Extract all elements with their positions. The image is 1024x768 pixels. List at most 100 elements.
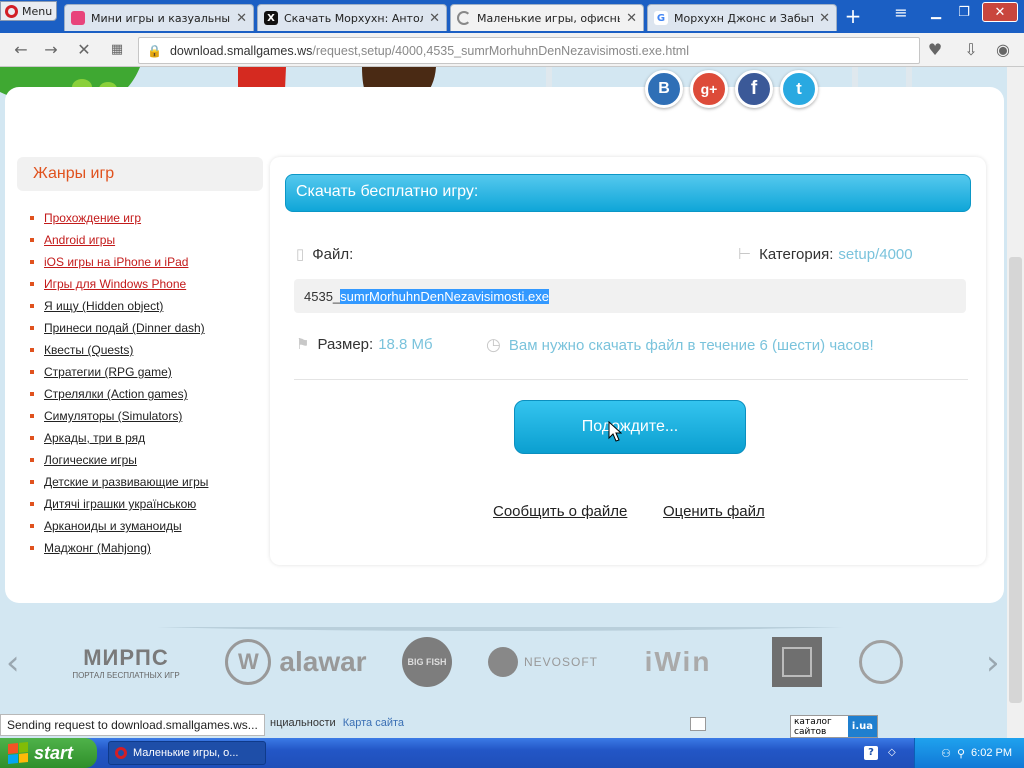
- downloads-icon[interactable]: ⇩: [962, 41, 980, 59]
- twitter-share-button[interactable]: t: [780, 70, 818, 108]
- genre-link[interactable]: Детские и развивающие игры: [44, 475, 208, 489]
- search-icon[interactable]: ⚲: [957, 747, 965, 760]
- nevosoft-logo[interactable]: NEVOSOFT: [483, 637, 603, 687]
- bookmark-heart-icon[interactable]: ♥: [926, 41, 944, 59]
- file-name-box[interactable]: 4535_ sumrMorhuhnDenNezavisimosti.exe: [294, 279, 966, 313]
- windows-flag-icon: [8, 741, 28, 765]
- speed-dial-grid-icon[interactable]: ▦: [108, 41, 126, 59]
- bigfish-logo[interactable]: BIG FISH: [400, 637, 454, 687]
- genre-link[interactable]: Дитячі іграшки українською: [44, 497, 196, 511]
- privacy-link[interactable]: нциальности: [270, 717, 336, 729]
- tab-morhuhn-download[interactable]: X Скачать Морхухн: Антоло ✕: [257, 4, 447, 31]
- genre-item[interactable]: Маджонг (Mahjong): [30, 537, 208, 559]
- genre-item[interactable]: Арканоиды и зуманоиды: [30, 515, 208, 537]
- wait-download-button[interactable]: Подождите...: [514, 400, 746, 454]
- genre-item[interactable]: Принеси подай (Dinner dash): [30, 317, 208, 339]
- genre-link[interactable]: Маджонг (Mahjong): [44, 541, 151, 555]
- navigation-bar: ← → ✕ ▦ 🔒 download.smallgames.ws /reques…: [0, 33, 1024, 67]
- rate-file-link[interactable]: Оценить файл: [663, 503, 765, 520]
- genre-item[interactable]: Я ищу (Hidden object): [30, 295, 208, 317]
- genre-item[interactable]: Android игры: [30, 229, 208, 251]
- address-bar[interactable]: 🔒 download.smallgames.ws /request,setup/…: [138, 37, 920, 64]
- genre-link[interactable]: Принеси подай (Dinner dash): [44, 321, 205, 335]
- restore-button[interactable]: ❐: [952, 2, 976, 22]
- genre-link[interactable]: Я ищу (Hidden object): [44, 299, 163, 313]
- genre-link[interactable]: iOS игры на iPhone и iPad: [44, 255, 188, 269]
- close-window-button[interactable]: ✕: [982, 2, 1018, 22]
- back-arrow-icon[interactable]: ←: [12, 41, 30, 59]
- close-tab-icon[interactable]: ✕: [626, 11, 637, 26]
- sitemap-link[interactable]: Карта сайта: [343, 717, 404, 729]
- genre-link[interactable]: Прохождение игр: [44, 211, 141, 225]
- tab-bar: Menu Мини игры и казуальные и ✕ X Скачат…: [0, 0, 1024, 33]
- genre-link[interactable]: Стрелялки (Action games): [44, 387, 188, 401]
- forward-arrow-icon[interactable]: →: [42, 41, 60, 59]
- genre-item[interactable]: Игры для Windows Phone: [30, 273, 208, 295]
- start-button[interactable]: start: [0, 738, 97, 768]
- scrollbar-thumb[interactable]: [1009, 257, 1022, 703]
- tab-small-games-active[interactable]: Маленькие игры, офисные ✕: [450, 4, 644, 31]
- genre-item[interactable]: iOS игры на iPhone и iPad: [30, 251, 208, 273]
- alawar-logo[interactable]: W alawar: [214, 637, 378, 687]
- mirpc-logo[interactable]: МИРПС ПОРТАЛ БЕСПЛАТНЫХ ИГР: [62, 637, 190, 687]
- close-tab-icon[interactable]: ✕: [236, 11, 247, 26]
- taskbar-window-opera[interactable]: Маленькие игры, о...: [108, 741, 266, 765]
- file-name-prefix: 4535_: [304, 288, 341, 304]
- genre-item[interactable]: Детские и развивающие игры: [30, 471, 208, 493]
- partners-prev-arrow[interactable]: ‹: [6, 643, 20, 683]
- report-file-link[interactable]: Сообщить о файле: [493, 503, 627, 520]
- genre-item[interactable]: Аркады, три в ряд: [30, 427, 208, 449]
- keyboard-layout-icon[interactable]: ◇: [888, 747, 896, 758]
- genre-item[interactable]: Стратегии (RPG game): [30, 361, 208, 383]
- close-tab-icon[interactable]: ✕: [819, 11, 830, 26]
- genre-link[interactable]: Android игры: [44, 233, 115, 247]
- genre-item[interactable]: Стрелялки (Action games): [30, 383, 208, 405]
- gamespot-logo[interactable]: [856, 637, 906, 687]
- genre-link[interactable]: Аркады, три в ряд: [44, 431, 145, 445]
- tab-morhuhn-jones[interactable]: G Морхухн Джонс и Забытый ✕: [647, 4, 837, 31]
- close-tab-icon[interactable]: ✕: [429, 11, 440, 26]
- tab-title: Скачать Морхухн: Антоло: [284, 11, 424, 25]
- google-favicon-icon: G: [654, 11, 668, 25]
- catalog-badge[interactable]: каталог сайтов i.ua: [790, 715, 878, 738]
- download-panel: Скачать бесплатно игру: ▯ Файл: ⊢ Катего…: [270, 157, 986, 565]
- genres-list: Прохождение игр Android игры iOS игры на i…: [30, 207, 208, 559]
- clock-icon: ◷: [486, 335, 501, 354]
- genre-item[interactable]: Дитячі іграшки українською: [30, 493, 208, 515]
- minimize-button[interactable]: ▁: [924, 2, 948, 22]
- iwin-logo[interactable]: iWin: [630, 637, 726, 687]
- alawar-w-icon: W: [225, 639, 272, 685]
- genre-link[interactable]: Логические игры: [44, 453, 137, 467]
- clock[interactable]: 6:02 PM: [971, 747, 1012, 759]
- size-value: 18.8 Мб: [378, 335, 433, 353]
- genre-link[interactable]: Симуляторы (Simulators): [44, 409, 182, 423]
- new-tab-button[interactable]: +: [842, 6, 864, 26]
- tab-menu-icon[interactable]: ≡: [890, 2, 912, 22]
- vk-share-button[interactable]: B: [645, 70, 683, 108]
- category-link[interactable]: setup/4000: [838, 246, 912, 263]
- globe-logo-icon: [859, 640, 903, 684]
- menu-label: Menu: [22, 4, 53, 18]
- account-icon[interactable]: ◉: [994, 41, 1012, 59]
- opera-menu-button[interactable]: Menu: [0, 1, 57, 21]
- genre-item[interactable]: Симуляторы (Simulators): [30, 405, 208, 427]
- stop-icon[interactable]: ✕: [75, 41, 93, 59]
- game-box-logo[interactable]: [772, 637, 822, 687]
- partners-next-arrow[interactable]: ›: [986, 643, 1000, 683]
- page-scrollbar[interactable]: [1007, 67, 1024, 738]
- tab-mini-games[interactable]: Мини игры и казуальные и ✕: [64, 4, 254, 31]
- file-label: Файл:: [312, 245, 354, 263]
- nevosoft-swirl-icon: [487, 647, 518, 677]
- genre-link[interactable]: Стратегии (RPG game): [44, 365, 172, 379]
- google-plus-share-button[interactable]: g+: [690, 70, 728, 108]
- genre-link[interactable]: Игры для Windows Phone: [44, 277, 186, 291]
- help-icon[interactable]: ?: [864, 746, 878, 760]
- genre-item[interactable]: Квесты (Quests): [30, 339, 208, 361]
- facebook-share-button[interactable]: f: [735, 70, 773, 108]
- opera-icon: [115, 747, 127, 759]
- genre-item[interactable]: Логические игры: [30, 449, 208, 471]
- genre-link[interactable]: Арканоиды и зуманоиды: [44, 519, 182, 533]
- genre-link[interactable]: Квесты (Quests): [44, 343, 133, 357]
- genre-item[interactable]: Прохождение игр: [30, 207, 208, 229]
- network-icon[interactable]: ⚇: [941, 747, 951, 760]
